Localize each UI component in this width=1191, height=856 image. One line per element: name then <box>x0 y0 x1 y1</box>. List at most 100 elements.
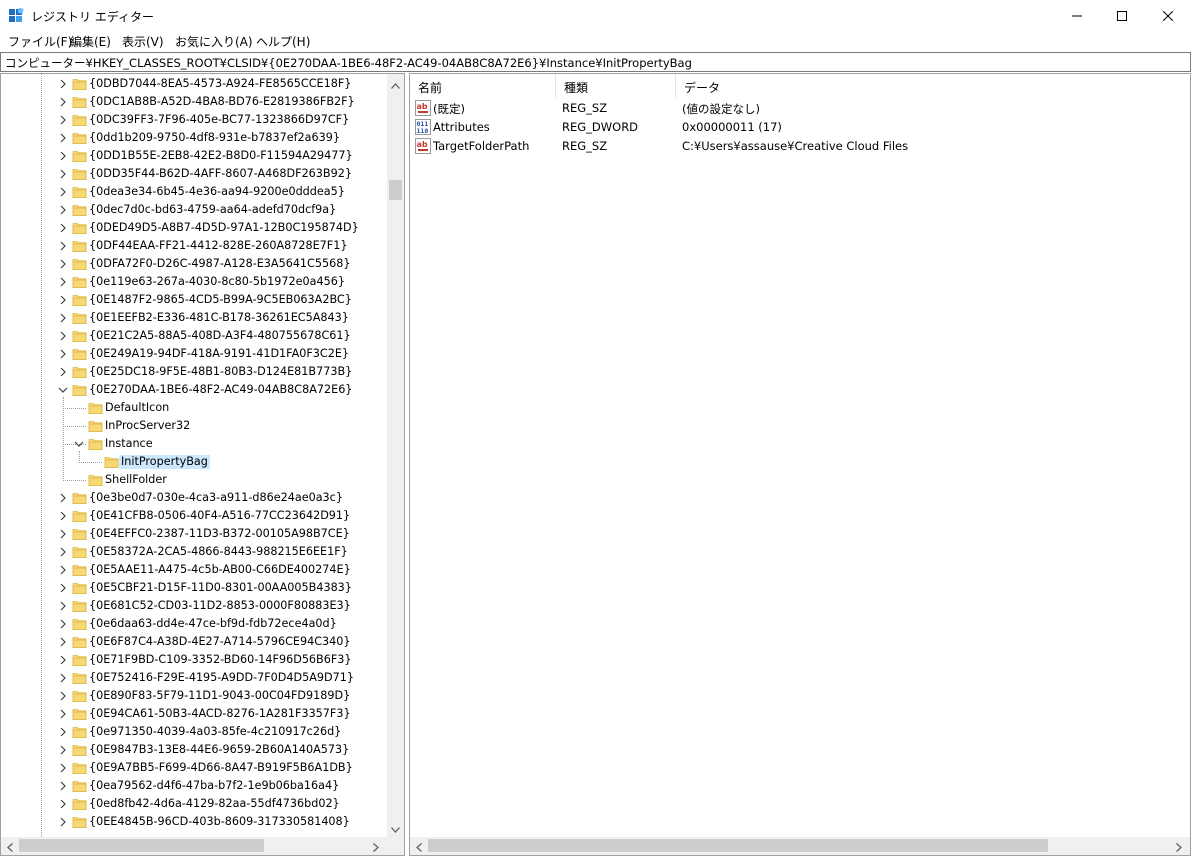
menu-help[interactable]: ヘルプ(H) <box>256 33 310 50</box>
tree-item[interactable]: {0DF44EAA-FF21-4412-828E-260A8728E7F1} <box>1 237 387 255</box>
menu-favorites[interactable]: お気に入り(A) <box>175 33 253 50</box>
tree-item[interactable]: {0e3be0d7-030e-4ca3-a911-d86e24ae0a3c} <box>1 489 387 507</box>
chevron-right-icon[interactable] <box>57 726 69 738</box>
chevron-right-icon[interactable] <box>57 240 69 252</box>
chevron-right-icon[interactable] <box>57 546 69 558</box>
tree-item[interactable]: {0E5CBF21-D15F-11D0-8301-00AA005B4383} <box>1 579 387 597</box>
key-tree-pane[interactable]: {0DBD7044-8EA5-4573-A924-FE8565CCE18F} {0… <box>0 73 405 856</box>
tree-item[interactable]: {0E9A7BB5-F699-4D66-8A47-B919F5B6A1DB} <box>1 759 387 777</box>
tree-item[interactable]: Instance <box>1 435 387 453</box>
menu-edit[interactable]: 編集(E) <box>70 33 111 50</box>
chevron-right-icon[interactable] <box>57 348 69 360</box>
chevron-right-icon[interactable] <box>57 96 69 108</box>
chevron-right-icon[interactable] <box>57 582 69 594</box>
column-header-type[interactable]: 種類 <box>556 74 676 98</box>
tree-item[interactable]: {0ea79562-d4f6-47ba-b7f2-1e9b06ba16a4} <box>1 777 387 795</box>
column-header-data[interactable]: データ <box>676 74 1190 98</box>
chevron-right-icon[interactable] <box>57 654 69 666</box>
chevron-right-icon[interactable] <box>57 528 69 540</box>
chevron-down-icon[interactable] <box>73 438 85 450</box>
tree-item[interactable]: {0E6F87C4-A38D-4E27-A714-5796CE94C340} <box>1 633 387 651</box>
value-row[interactable]: ab (既定) REG_SZ (値の設定なし) <box>410 99 1190 118</box>
value-row[interactable]: ab TargetFolderPath REG_SZ C:¥Users¥assause… <box>410 137 1190 156</box>
list-horizontal-scrollbar[interactable] <box>410 837 1190 855</box>
scroll-left-arrow-icon[interactable] <box>416 841 422 855</box>
chevron-right-icon[interactable] <box>57 510 69 522</box>
chevron-right-icon[interactable] <box>57 312 69 324</box>
scroll-down-arrow-icon[interactable] <box>391 822 400 836</box>
address-bar[interactable]: コンピューター¥HKEY_CLASSES_ROOT¥CLSID¥{0E270DA… <box>0 52 1191 72</box>
chevron-right-icon[interactable] <box>57 564 69 576</box>
tree-item[interactable]: {0E249A19-94DF-418A-9191-41D1FA0F3C2E} <box>1 345 387 363</box>
menu-file[interactable]: ファイル(F) <box>8 33 72 50</box>
chevron-right-icon[interactable] <box>57 132 69 144</box>
chevron-right-icon[interactable] <box>57 798 69 810</box>
column-header-name[interactable]: 名前 <box>410 74 556 98</box>
tree-item[interactable]: {0E71F9BD-C109-3352-BD60-14F96D56B6F3} <box>1 651 387 669</box>
tree-item[interactable]: DefaultIcon <box>1 399 387 417</box>
tree-item[interactable]: {0E1487F2-9865-4CD5-B99A-9C5EB063A2BC} <box>1 291 387 309</box>
tree-item[interactable]: {0DC1AB8B-A52D-4BA8-BD76-E2819386FB2F} <box>1 93 387 111</box>
value-row[interactable]: 011 110 Attributes REG_DWORD 0x00000011 (17) <box>410 118 1190 137</box>
tree-item[interactable]: {0DC39FF3-7F96-405e-BC77-1323866D97CF} <box>1 111 387 129</box>
tree-item[interactable]: InitPropertyBag <box>1 453 387 471</box>
tree-item[interactable]: {0E681C52-CD03-11D2-8853-0000F80883E3} <box>1 597 387 615</box>
tree-item[interactable]: {0E752416-F29E-4195-A9DD-7F0D4D5A9D71} <box>1 669 387 687</box>
chevron-right-icon[interactable] <box>57 690 69 702</box>
scroll-up-arrow-icon[interactable] <box>391 78 400 92</box>
value-list-pane[interactable]: 名前 種類 データ ab (既定) REG_SZ (値の設定なし) 011 110 Attr… <box>409 73 1191 856</box>
minimize-button[interactable] <box>1054 0 1100 31</box>
tree-item[interactable]: {0dd1b209-9750-4df8-931e-b7837ef2a639} <box>1 129 387 147</box>
tree-item[interactable]: {0E41CFB8-0506-40F4-A516-77CC23642D91} <box>1 507 387 525</box>
tree-item[interactable]: {0E21C2A5-88A5-408D-A3F4-480755678C61} <box>1 327 387 345</box>
tree-item[interactable]: {0DBD7044-8EA5-4573-A924-FE8565CCE18F} <box>1 75 387 93</box>
tree-item[interactable]: {0DFA72F0-D26C-4987-A128-E3A5641C5568} <box>1 255 387 273</box>
tree-item[interactable]: {0e119e63-267a-4030-8c80-5b1972e0a456} <box>1 273 387 291</box>
tree-item[interactable]: {0dea3e34-6b45-4e36-aa94-9200e0dddea5} <box>1 183 387 201</box>
tree-item[interactable]: {0E890F83-5F79-11D1-9043-00C04FD9189D} <box>1 687 387 705</box>
tree-item[interactable]: {0E58372A-2CA5-4866-8443-988215E6EE1F} <box>1 543 387 561</box>
tree-item[interactable]: InProcServer32 <box>1 417 387 435</box>
chevron-right-icon[interactable] <box>57 186 69 198</box>
tree-item[interactable]: {0EE4845B-96CD-403b-8609-317330581408} <box>1 813 387 831</box>
chevron-right-icon[interactable] <box>57 618 69 630</box>
tree-item[interactable]: {0E25DC18-9F5E-48B1-80B3-D124E81B773B} <box>1 363 387 381</box>
chevron-right-icon[interactable] <box>57 708 69 720</box>
chevron-right-icon[interactable] <box>57 816 69 828</box>
tree-item[interactable]: {0E5AAE11-A475-4c5b-AB00-C66DE400274E} <box>1 561 387 579</box>
tree-item[interactable]: {0E1EEFB2-E336-481C-B178-36261EC5A843} <box>1 309 387 327</box>
chevron-right-icon[interactable] <box>57 366 69 378</box>
chevron-right-icon[interactable] <box>57 78 69 90</box>
chevron-right-icon[interactable] <box>57 744 69 756</box>
tree-item[interactable]: {0DD1B55E-2EB8-42E2-B8D0-F11594A29477} <box>1 147 387 165</box>
chevron-right-icon[interactable] <box>57 492 69 504</box>
scroll-right-arrow-icon[interactable] <box>373 841 379 855</box>
chevron-right-icon[interactable] <box>57 600 69 612</box>
chevron-right-icon[interactable] <box>57 150 69 162</box>
tree-item[interactable]: ShellFolder <box>1 471 387 489</box>
chevron-right-icon[interactable] <box>57 672 69 684</box>
tree-vertical-scrollbar[interactable] <box>387 74 404 837</box>
list-horizontal-scroll-thumb[interactable] <box>428 839 1048 852</box>
tree-item[interactable]: {0E4EFFC0-2387-11D3-B372-00105A98B7CE} <box>1 525 387 543</box>
chevron-right-icon[interactable] <box>57 258 69 270</box>
tree-item[interactable]: {0e971350-4039-4a03-85fe-4c210917c26d} <box>1 723 387 741</box>
tree-item[interactable]: {0E94CA61-50B3-4ACD-8276-1A281F3357F3} <box>1 705 387 723</box>
chevron-right-icon[interactable] <box>57 276 69 288</box>
tree-item[interactable]: {0dec7d0c-bd63-4759-aa64-adefd70dcf9a} <box>1 201 387 219</box>
scroll-right-arrow-icon[interactable] <box>1176 841 1182 855</box>
chevron-right-icon[interactable] <box>57 204 69 216</box>
chevron-right-icon[interactable] <box>57 780 69 792</box>
tree-item[interactable]: {0E9847B3-13E8-44E6-9659-2B60A140A573} <box>1 741 387 759</box>
tree-horizontal-scroll-thumb[interactable] <box>19 839 264 852</box>
tree-item[interactable]: {0DED49D5-A8B7-4D5D-97A1-12B0C195874D} <box>1 219 387 237</box>
tree-vertical-scroll-thumb[interactable] <box>389 180 402 200</box>
chevron-right-icon[interactable] <box>57 330 69 342</box>
chevron-right-icon[interactable] <box>57 114 69 126</box>
chevron-right-icon[interactable] <box>57 294 69 306</box>
scroll-left-arrow-icon[interactable] <box>7 841 13 855</box>
tree-item[interactable]: {0DD35F44-B62D-4AFF-8607-A468DF263B92} <box>1 165 387 183</box>
menu-view[interactable]: 表示(V) <box>122 33 164 50</box>
tree-item[interactable]: {0e6daa63-dd4e-47ce-bf9d-fdb72ece4a0d} <box>1 615 387 633</box>
tree-item[interactable]: {0ed8fb42-4d6a-4129-82aa-55df4736bd02} <box>1 795 387 813</box>
